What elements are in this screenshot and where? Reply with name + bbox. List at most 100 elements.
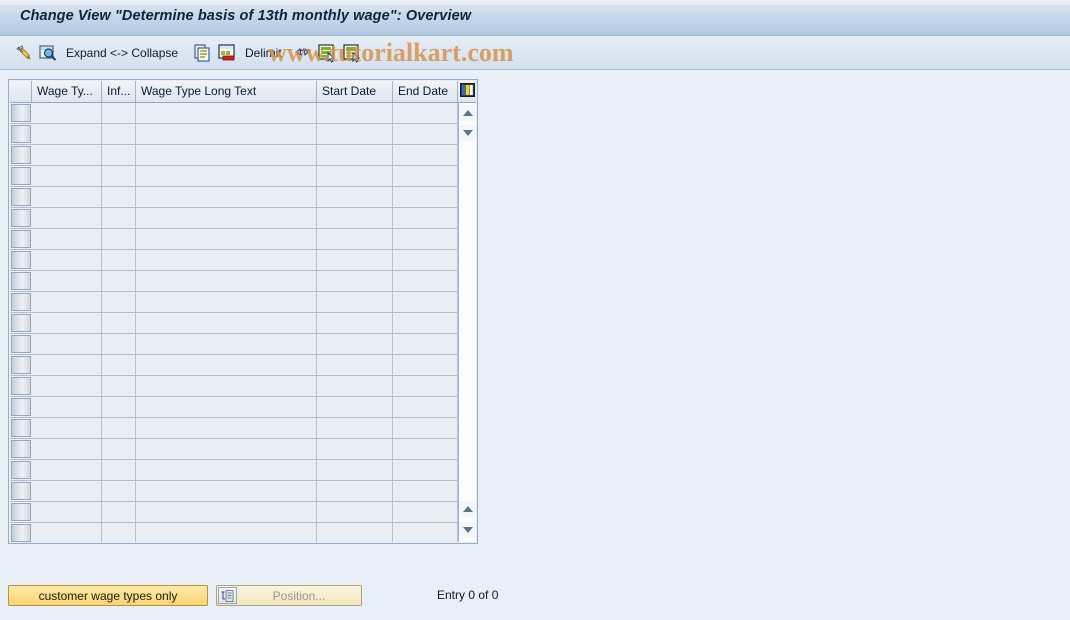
table-cell-start_date[interactable] xyxy=(317,292,393,312)
position-button[interactable]: Position... xyxy=(216,585,362,606)
table-cell-infotype[interactable] xyxy=(102,481,136,501)
table-cell-wage_type[interactable] xyxy=(32,397,102,417)
table-cell-wage_type[interactable] xyxy=(32,208,102,228)
table-cell-wage_type[interactable] xyxy=(32,334,102,354)
scroll-page-down-button[interactable] xyxy=(459,522,476,538)
row-selector-button[interactable] xyxy=(11,272,31,290)
table-row[interactable] xyxy=(10,439,458,460)
table-cell-wage_type[interactable] xyxy=(32,460,102,480)
table-row[interactable] xyxy=(10,460,458,481)
table-row[interactable] xyxy=(10,271,458,292)
table-cell-end_date[interactable] xyxy=(393,313,458,333)
column-header-long-text[interactable]: Wage Type Long Text xyxy=(136,81,317,102)
table-cell-wage_type[interactable] xyxy=(32,124,102,144)
table-cell-infotype[interactable] xyxy=(102,460,136,480)
table-cell-long_text[interactable] xyxy=(136,439,317,459)
table-cell-start_date[interactable] xyxy=(317,376,393,396)
table-cell-end_date[interactable] xyxy=(393,334,458,354)
select-all-button[interactable] xyxy=(342,36,362,70)
table-cell-long_text[interactable] xyxy=(136,145,317,165)
table-cell-wage_type[interactable] xyxy=(32,418,102,438)
table-cell-infotype[interactable] xyxy=(102,271,136,291)
table-cell-wage_type[interactable] xyxy=(32,103,102,123)
table-cell-long_text[interactable] xyxy=(136,313,317,333)
row-selector-button[interactable] xyxy=(11,104,31,122)
table-cell-long_text[interactable] xyxy=(136,187,317,207)
table-cell-start_date[interactable] xyxy=(317,145,393,165)
table-cell-infotype[interactable] xyxy=(102,355,136,375)
table-row[interactable] xyxy=(10,334,458,355)
table-row[interactable] xyxy=(10,166,458,187)
table-cell-long_text[interactable] xyxy=(136,208,317,228)
table-cell-wage_type[interactable] xyxy=(32,439,102,459)
scroll-down-button[interactable] xyxy=(459,125,476,141)
table-cell-wage_type[interactable] xyxy=(32,187,102,207)
table-cell-start_date[interactable] xyxy=(317,271,393,291)
expand-collapse-button[interactable]: Expand <-> Collapse xyxy=(66,36,178,70)
row-selector-button[interactable] xyxy=(11,209,31,227)
table-cell-end_date[interactable] xyxy=(393,250,458,270)
table-cell-start_date[interactable] xyxy=(317,334,393,354)
undo-delimit-button[interactable] xyxy=(294,36,314,70)
row-selector-button[interactable] xyxy=(11,398,31,416)
table-row[interactable] xyxy=(10,418,458,439)
table-row[interactable] xyxy=(10,145,458,166)
table-cell-infotype[interactable] xyxy=(102,439,136,459)
table-cell-infotype[interactable] xyxy=(102,124,136,144)
table-row[interactable] xyxy=(10,103,458,124)
column-header-wage-type[interactable]: Wage Ty... xyxy=(32,81,102,102)
table-cell-long_text[interactable] xyxy=(136,397,317,417)
table-cell-start_date[interactable] xyxy=(317,502,393,522)
table-cell-end_date[interactable] xyxy=(393,208,458,228)
table-cell-long_text[interactable] xyxy=(136,292,317,312)
row-selector-button[interactable] xyxy=(11,377,31,395)
table-cell-wage_type[interactable] xyxy=(32,355,102,375)
delimit-button[interactable]: Delimit xyxy=(245,36,282,70)
table-cell-end_date[interactable] xyxy=(393,418,458,438)
table-cell-start_date[interactable] xyxy=(317,103,393,123)
table-cell-end_date[interactable] xyxy=(393,523,458,542)
table-cell-start_date[interactable] xyxy=(317,229,393,249)
table-cell-infotype[interactable] xyxy=(102,229,136,249)
table-settings-button[interactable] xyxy=(458,81,476,102)
table-cell-start_date[interactable] xyxy=(317,355,393,375)
table-cell-long_text[interactable] xyxy=(136,229,317,249)
table-cell-end_date[interactable] xyxy=(393,355,458,375)
table-cell-end_date[interactable] xyxy=(393,124,458,144)
row-selector-button[interactable] xyxy=(11,461,31,479)
table-cell-infotype[interactable] xyxy=(102,376,136,396)
table-cell-long_text[interactable] xyxy=(136,166,317,186)
table-cell-start_date[interactable] xyxy=(317,460,393,480)
table-cell-start_date[interactable] xyxy=(317,124,393,144)
customer-wage-types-only-button[interactable]: customer wage types only xyxy=(8,585,208,606)
table-cell-start_date[interactable] xyxy=(317,313,393,333)
column-header-end-date[interactable]: End Date xyxy=(393,81,458,102)
table-row[interactable] xyxy=(10,376,458,397)
row-selector-button[interactable] xyxy=(11,419,31,437)
table-cell-end_date[interactable] xyxy=(393,229,458,249)
table-cell-end_date[interactable] xyxy=(393,271,458,291)
table-cell-start_date[interactable] xyxy=(317,208,393,228)
row-selector-button[interactable] xyxy=(11,188,31,206)
table-cell-infotype[interactable] xyxy=(102,523,136,542)
table-cell-wage_type[interactable] xyxy=(32,376,102,396)
table-cell-wage_type[interactable] xyxy=(32,481,102,501)
table-cell-end_date[interactable] xyxy=(393,460,458,480)
table-cell-long_text[interactable] xyxy=(136,502,317,522)
table-cell-start_date[interactable] xyxy=(317,439,393,459)
table-cell-long_text[interactable] xyxy=(136,460,317,480)
table-row[interactable] xyxy=(10,502,458,523)
table-cell-long_text[interactable] xyxy=(136,271,317,291)
table-row[interactable] xyxy=(10,124,458,145)
table-cell-start_date[interactable] xyxy=(317,166,393,186)
row-selector-button[interactable] xyxy=(11,524,31,542)
table-cell-wage_type[interactable] xyxy=(32,271,102,291)
scroll-up-button[interactable] xyxy=(459,105,476,121)
table-cell-start_date[interactable] xyxy=(317,187,393,207)
table-cell-infotype[interactable] xyxy=(102,334,136,354)
table-row[interactable] xyxy=(10,208,458,229)
row-selector-button[interactable] xyxy=(11,335,31,353)
table-cell-long_text[interactable] xyxy=(136,334,317,354)
table-cell-end_date[interactable] xyxy=(393,166,458,186)
table-cell-long_text[interactable] xyxy=(136,481,317,501)
